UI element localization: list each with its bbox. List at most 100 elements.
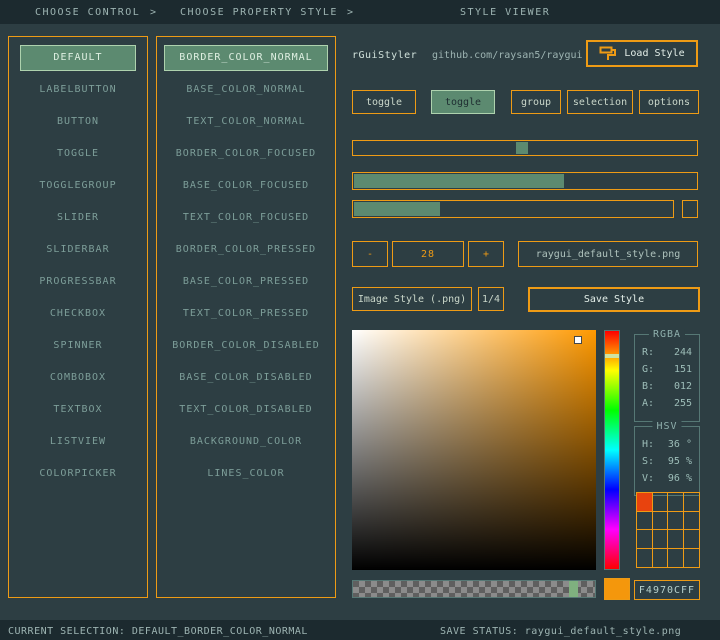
load-style-button[interactable]: Load Style — [586, 40, 698, 67]
control-item-listview[interactable]: LISTVIEW — [20, 429, 136, 455]
repo-link[interactable]: github.com/raysan5/raygui — [432, 50, 583, 61]
slider-handle[interactable] — [516, 142, 528, 154]
slider[interactable] — [352, 140, 698, 156]
status-bar: CURRENT SELECTION: DEFAULT_BORDER_COLOR_… — [0, 620, 720, 640]
hsv-saturation-value: 95 % — [668, 453, 692, 470]
rgba-red-value: 244 — [674, 344, 692, 361]
progress-value-box[interactable] — [682, 200, 698, 218]
hsv-groupbox: HSV H: 36 ° S: 95 % V: 96 % — [634, 426, 700, 496]
rgba-title: RGBA — [649, 329, 685, 340]
property-item-lines-color[interactable]: LINES_COLOR — [164, 461, 328, 487]
property-item-border-color-normal[interactable]: BORDER_COLOR_NORMAL — [164, 45, 328, 71]
rgba-alpha-row: A: 255 — [635, 395, 699, 412]
current-selection-status: CURRENT SELECTION: DEFAULT_BORDER_COLOR_… — [8, 626, 308, 637]
rgba-groupbox: RGBA R: 244 G: 151 B: 012 A: 255 — [634, 334, 700, 422]
color-picker-panel[interactable] — [352, 330, 596, 570]
image-style-combo[interactable]: Image Style (.png) — [352, 287, 472, 311]
property-item-border-color-pressed[interactable]: BORDER_COLOR_PRESSED — [164, 237, 328, 263]
style-viewer-title: STYLE VIEWER — [460, 7, 550, 18]
hue-bar[interactable] — [604, 330, 620, 570]
hue-bar-cursor[interactable] — [605, 354, 619, 358]
color-swatch-9[interactable] — [653, 530, 669, 549]
control-item-default[interactable]: DEFAULT — [20, 45, 136, 71]
color-swatch-3[interactable] — [684, 493, 700, 512]
rgba-blue-row: B: 012 — [635, 378, 699, 395]
save-style-button[interactable]: Save Style — [528, 287, 700, 312]
control-item-checkbox[interactable]: CHECKBOX — [20, 301, 136, 327]
properties-list-panel: BORDER_COLOR_NORMAL BASE_COLOR_NORMAL TEXT… — [156, 36, 336, 598]
rgba-blue-value: 012 — [674, 378, 692, 395]
style-page-indicator[interactable]: 1/4 — [478, 287, 504, 311]
toggle-button-active[interactable]: toggle — [431, 90, 495, 114]
property-item-text-color-pressed[interactable]: TEXT_COLOR_PRESSED — [164, 301, 328, 327]
rgba-blue-label: B: — [642, 378, 654, 395]
rgba-green-row: G: 151 — [635, 361, 699, 378]
progress-bar[interactable] — [352, 200, 674, 218]
rgba-green-label: G: — [642, 361, 654, 378]
toggle-button[interactable]: toggle — [352, 90, 416, 114]
control-item-slider[interactable]: SLIDER — [20, 205, 136, 231]
alpha-bar[interactable] — [352, 580, 596, 598]
control-item-combobox[interactable]: COMBOBOX — [20, 365, 136, 391]
rgba-red-row: R: 244 — [635, 344, 699, 361]
color-swatch-8[interactable] — [637, 530, 653, 549]
color-swatch-13[interactable] — [653, 549, 669, 568]
hsv-value-row: V: 96 % — [635, 470, 699, 487]
property-item-base-color-normal[interactable]: BASE_COLOR_NORMAL — [164, 77, 328, 103]
control-item-togglegroup[interactable]: TOGGLEGROUP — [20, 173, 136, 199]
hex-color-value[interactable]: F4970CFF — [634, 580, 700, 600]
control-item-labelbutton[interactable]: LABELBUTTON — [20, 77, 136, 103]
slider-bar-fill — [354, 174, 564, 188]
alpha-bar-handle[interactable] — [569, 581, 578, 597]
load-style-label: Load Style — [624, 48, 684, 59]
style-filename-input[interactable]: raygui_default_style.png — [518, 241, 698, 267]
toggle-selection-button[interactable]: selection — [567, 90, 633, 114]
toggle-options-button[interactable]: options — [639, 90, 699, 114]
color-picker-cursor[interactable] — [574, 336, 582, 344]
toggle-group-button[interactable]: group — [511, 90, 561, 114]
breadcrumb-separator: > — [150, 7, 158, 18]
rgba-alpha-label: A: — [642, 395, 654, 412]
slider-bar[interactable] — [352, 172, 698, 190]
color-swatch-12[interactable] — [637, 549, 653, 568]
color-swatch-grid — [636, 492, 700, 568]
property-item-background-color[interactable]: BACKGROUND_COLOR — [164, 429, 328, 455]
color-swatch-7[interactable] — [684, 512, 700, 531]
color-swatch-2[interactable] — [668, 493, 684, 512]
color-swatch-5[interactable] — [653, 512, 669, 531]
hsv-title: HSV — [652, 421, 681, 432]
control-item-textbox[interactable]: TEXTBOX — [20, 397, 136, 423]
control-item-sliderbar[interactable]: SLIDERBAR — [20, 237, 136, 263]
breadcrumb-choose-property-style: CHOOSE PROPERTY STYLE — [180, 7, 338, 18]
color-swatch-4[interactable] — [637, 512, 653, 531]
property-item-base-color-disabled[interactable]: BASE_COLOR_DISABLED — [164, 365, 328, 391]
rguistyler-window: CHOOSE CONTROL > CHOOSE PROPERTY STYLE >… — [0, 0, 720, 640]
control-item-toggle[interactable]: TOGGLE — [20, 141, 136, 167]
property-item-text-color-normal[interactable]: TEXT_COLOR_NORMAL — [164, 109, 328, 135]
property-item-text-color-focused[interactable]: TEXT_COLOR_FOCUSED — [164, 205, 328, 231]
rgba-alpha-value: 255 — [674, 395, 692, 412]
spinner-decrement-button[interactable]: - — [352, 241, 388, 267]
color-swatch-15[interactable] — [684, 549, 700, 568]
spinner-value[interactable]: 28 — [392, 241, 464, 267]
spinner-increment-button[interactable]: + — [468, 241, 504, 267]
property-item-base-color-focused[interactable]: BASE_COLOR_FOCUSED — [164, 173, 328, 199]
color-swatch-11[interactable] — [684, 530, 700, 549]
rgba-red-label: R: — [642, 344, 654, 361]
hsv-hue-value: 36 ° — [668, 436, 692, 453]
color-swatch-14[interactable] — [668, 549, 684, 568]
color-swatch-1[interactable] — [653, 493, 669, 512]
control-item-spinner[interactable]: SPINNER — [20, 333, 136, 359]
control-item-colorpicker[interactable]: COLORPICKER — [20, 461, 136, 487]
property-item-text-color-disabled[interactable]: TEXT_COLOR_DISABLED — [164, 397, 328, 423]
control-item-progressbar[interactable]: PROGRESSBAR — [20, 269, 136, 295]
property-item-border-color-focused[interactable]: BORDER_COLOR_FOCUSED — [164, 141, 328, 167]
hsv-hue-label: H: — [642, 436, 654, 453]
color-swatch-6[interactable] — [668, 512, 684, 531]
control-item-button[interactable]: BUTTON — [20, 109, 136, 135]
rgba-green-value: 151 — [674, 361, 692, 378]
property-item-base-color-pressed[interactable]: BASE_COLOR_PRESSED — [164, 269, 328, 295]
property-item-border-color-disabled[interactable]: BORDER_COLOR_DISABLED — [164, 333, 328, 359]
color-swatch-10[interactable] — [668, 530, 684, 549]
color-swatch-0[interactable] — [637, 493, 653, 512]
